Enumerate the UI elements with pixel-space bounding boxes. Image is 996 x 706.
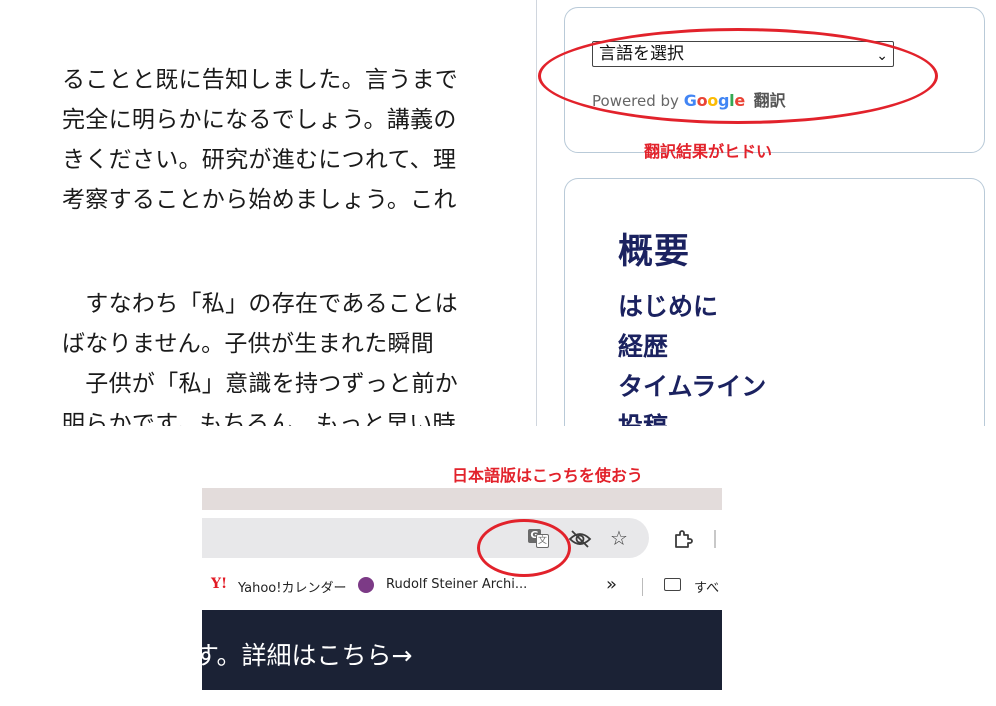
summary-card: 概要 はじめに 経歴 タイムライン 投稿 <box>564 178 985 441</box>
summary-link-career[interactable]: 経歴 <box>618 327 668 363</box>
article-line: きください。研究が進むにつれて、理 <box>62 147 457 173</box>
yahoo-icon: Y! <box>211 576 228 592</box>
annotation-bad-translation: 翻訳結果がヒドい <box>644 142 773 161</box>
article-line: 完全に明らかになるでしょう。講義の <box>62 107 457 133</box>
browser-toolbar-screenshot: G 文 ☆ Y! Yahoo!カレンダー Rudolf Steiner Arch… <box>202 488 722 690</box>
article-line: すなわち「私」の存在であることは <box>62 291 458 317</box>
folder-icon <box>664 578 681 591</box>
rudolf-steiner-archive-icon <box>358 577 374 593</box>
bookmark-all-folder[interactable]: すべ <box>694 577 719 596</box>
banner-details-link[interactable]: す。詳細はこちら→ <box>202 636 412 672</box>
toolbar-divider <box>714 530 716 548</box>
bookmark-separator <box>642 578 643 596</box>
highlight-ellipse-translate-icon <box>477 519 571 577</box>
extensions-icon[interactable] <box>672 528 694 553</box>
summary-link-timeline[interactable]: タイムライン <box>618 367 766 403</box>
article-line: 明らかです。もちろん、もっと早い時 <box>62 411 456 426</box>
bookmark-yahoo-calendar[interactable]: Yahoo!カレンダー <box>238 577 346 596</box>
eye-off-icon[interactable] <box>568 529 592 552</box>
article-line: ばなりません。子供が生まれた瞬間 <box>62 331 435 357</box>
bookmark-rudolf-steiner-archive[interactable]: Rudolf Steiner Archi... <box>386 577 527 592</box>
article-line: ることと既に告知しました。言うまで <box>62 67 459 93</box>
tab-strip <box>202 488 722 510</box>
more-bookmarks-button[interactable]: » <box>606 574 617 595</box>
sidebar-divider <box>536 0 537 426</box>
article-line: 子供が「私」意識を持つずっと前か <box>62 371 459 397</box>
article-line: 考察することから始めましょう。これ <box>62 187 457 213</box>
highlight-ellipse <box>538 28 938 124</box>
bookmarks-bar: Y! Yahoo!カレンダー Rudolf Steiner Archi... »… <box>202 574 722 598</box>
star-icon[interactable]: ☆ <box>608 528 630 548</box>
summary-title: 概要 <box>618 232 691 272</box>
annotation-use-this: 日本語版はこっちを使おう <box>452 466 643 485</box>
site-banner: す。詳細はこちら→ <box>202 610 722 690</box>
article-content: ることと既に告知しました。言うまで 完全に明らかになるでしょう。講義の きくださ… <box>0 0 500 426</box>
summary-link-introduction[interactable]: はじめに <box>618 287 718 323</box>
